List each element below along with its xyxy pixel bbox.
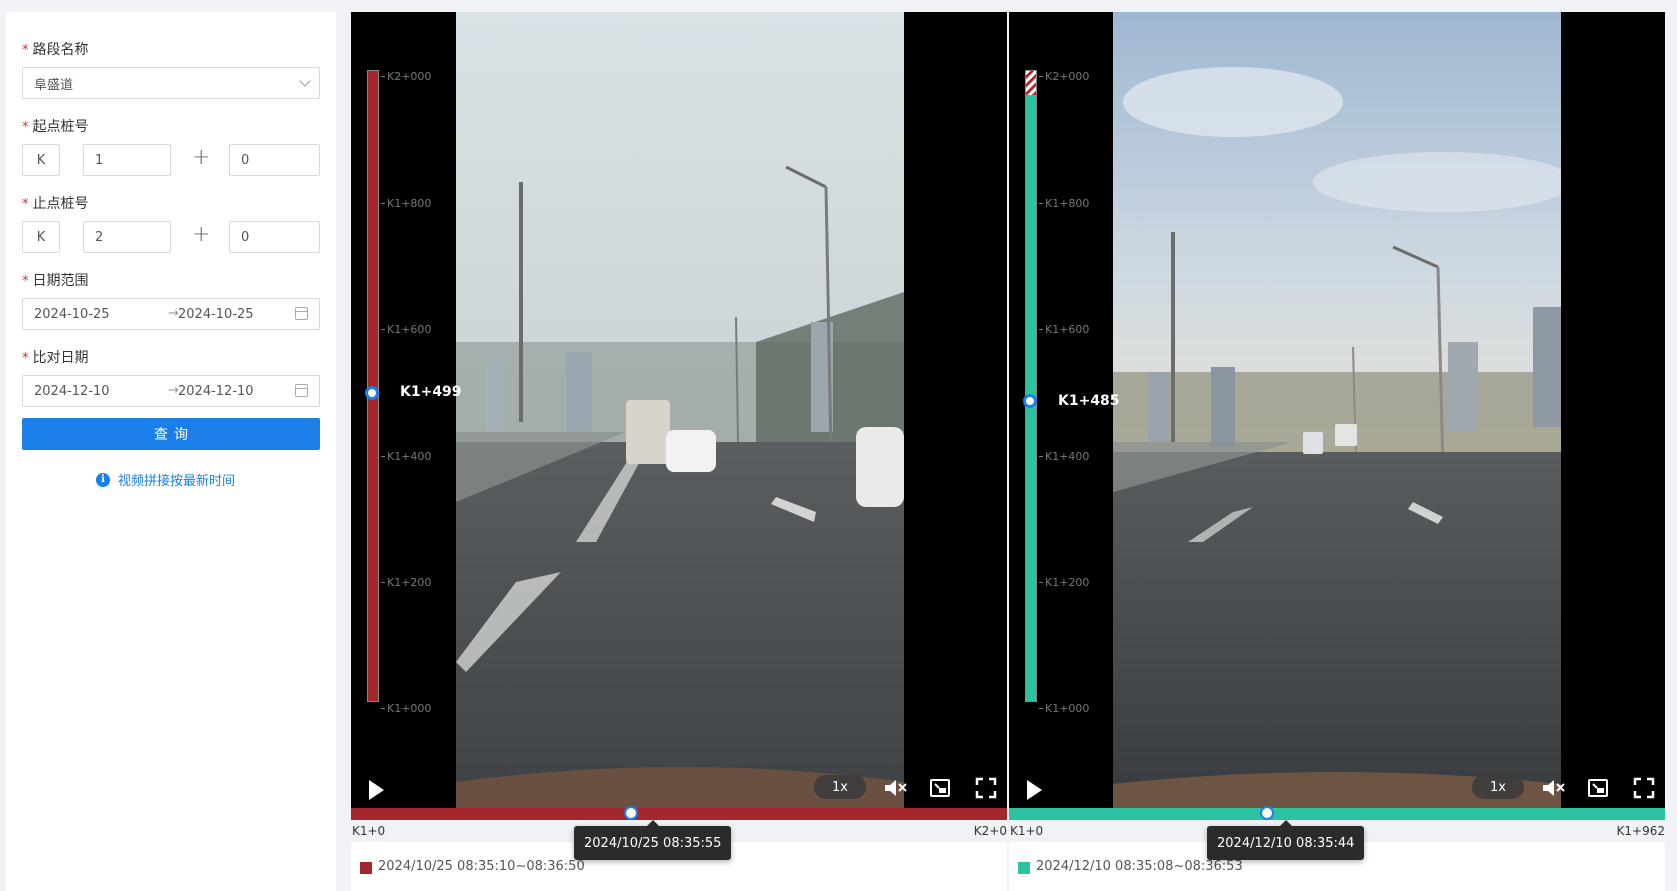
video-player[interactable]: K2+000 K1+800 K1+600 K1+400 K1+200 K1+00… xyxy=(1009,12,1665,808)
mute-icon[interactable] xyxy=(883,777,909,799)
calendar-icon xyxy=(295,384,308,397)
range-start-label: K1+0 xyxy=(1010,824,1044,838)
mileage-tick: K1+400 xyxy=(1039,450,1089,463)
video-controls: 1x xyxy=(351,774,1007,808)
video-progress-bar[interactable] xyxy=(1009,806,1665,820)
calendar-icon xyxy=(295,307,308,320)
date-range-picker[interactable]: 2024-10-25 → 2024-10-25 xyxy=(22,298,320,330)
date-range-label: * 日期范围 xyxy=(22,273,89,289)
road-name-value: 阜盛道 xyxy=(34,77,74,93)
road-name-select[interactable]: 阜盛道 xyxy=(22,67,320,99)
required-mark: * xyxy=(22,197,29,212)
plus-sign: + xyxy=(192,145,211,170)
legend-time-range: 2024/12/10 08:35:08~08:36:53 xyxy=(1036,859,1243,874)
start-stake-m-input[interactable]: 0 xyxy=(229,144,320,176)
required-mark: * xyxy=(22,120,29,135)
mileage-marker[interactable] xyxy=(1023,394,1037,408)
mileage-bar xyxy=(1025,70,1037,702)
mileage-tick: K2+000 xyxy=(1039,70,1089,83)
required-mark: * xyxy=(22,43,29,58)
start-stake-km-input[interactable]: 1 xyxy=(83,144,171,176)
legend-swatch xyxy=(1018,862,1030,874)
mileage-tick: K1+800 xyxy=(1039,197,1089,210)
mute-icon[interactable] xyxy=(1541,777,1567,799)
info-icon: i xyxy=(96,472,110,487)
required-mark: * xyxy=(22,351,29,366)
info-text: 视频拼接按最新时间 xyxy=(118,474,236,489)
end-stake-label: * 止点桩号 xyxy=(22,196,89,212)
legend-time-range: 2024/10/25 08:35:10~08:36:50 xyxy=(378,859,585,874)
playback-speed-button[interactable]: 1x xyxy=(1472,775,1524,799)
road-name-label: * 路段名称 xyxy=(22,42,89,58)
end-stake-km-input[interactable]: 2 xyxy=(83,221,171,253)
mileage-tick: K1+000 xyxy=(381,702,431,715)
legend-swatch xyxy=(360,862,372,874)
mileage-tick: K1+600 xyxy=(381,323,431,336)
chevron-down-icon xyxy=(299,75,311,87)
playback-speed-button[interactable]: 1x xyxy=(814,775,866,799)
mileage-tick: K1+400 xyxy=(381,450,431,463)
progress-thumb[interactable] xyxy=(624,806,639,820)
video-panel-baseline: K2+000 K1+800 K1+600 K1+400 K1+200 K1+00… xyxy=(351,12,1007,891)
picture-in-picture-icon[interactable] xyxy=(929,777,951,799)
end-stake-prefix: K xyxy=(22,221,60,253)
compare-date-label: * 比对日期 xyxy=(22,350,89,366)
compare-from[interactable]: 2024-12-10 xyxy=(34,384,110,399)
mileage-tick: K1+200 xyxy=(1039,576,1089,589)
range-end-label: K2+0 xyxy=(973,824,1007,838)
progress-thumb[interactable] xyxy=(1260,806,1275,820)
fullscreen-icon[interactable] xyxy=(975,777,997,799)
picture-in-picture-icon[interactable] xyxy=(1587,777,1609,799)
road-video-frame xyxy=(1113,12,1561,808)
range-start-label: K1+0 xyxy=(352,824,386,838)
mileage-tick: K1+600 xyxy=(1039,323,1089,336)
info-hint: i 视频拼接按最新时间 xyxy=(96,470,235,489)
start-stake-prefix: K xyxy=(22,144,60,176)
mileage-tick: K1+800 xyxy=(381,197,431,210)
mileage-tick: K1+200 xyxy=(381,576,431,589)
mileage-marker-label: K1+499 xyxy=(400,384,462,400)
compare-date-picker[interactable]: 2024-12-10 → 2024-12-10 xyxy=(22,375,320,407)
video-progress-bar[interactable] xyxy=(351,806,1007,820)
date-from[interactable]: 2024-10-25 xyxy=(34,307,110,322)
mileage-tick: K1+000 xyxy=(1039,702,1089,715)
start-stake-label: * 起点桩号 xyxy=(22,119,89,135)
play-icon[interactable] xyxy=(369,780,384,800)
mileage-marker[interactable] xyxy=(365,386,379,400)
time-tooltip: 2024/10/25 08:35:55 xyxy=(574,820,732,860)
road-video-frame xyxy=(456,12,904,808)
app-root: * 路段名称 阜盛道 * 起点桩号 K 1 + 0 * 止点桩号 K 2 + 0 * 日… xyxy=(0,0,1677,891)
mileage-gap-hatch xyxy=(1026,71,1036,95)
video-controls: 1x xyxy=(1009,774,1665,808)
time-tooltip: 2024/12/10 08:35:44 xyxy=(1207,820,1365,860)
compare-to[interactable]: 2024-12-10 xyxy=(178,384,254,399)
video-player[interactable]: K2+000 K1+800 K1+600 K1+400 K1+200 K1+00… xyxy=(351,12,1007,808)
range-end-label: K1+962 xyxy=(1616,824,1665,838)
video-panel-compare: K2+000 K1+800 K1+600 K1+400 K1+200 K1+00… xyxy=(1009,12,1665,891)
query-button[interactable]: 查询 xyxy=(22,418,320,450)
play-icon[interactable] xyxy=(1027,780,1042,800)
end-stake-m-input[interactable]: 0 xyxy=(229,221,320,253)
search-form-panel: * 路段名称 阜盛道 * 起点桩号 K 1 + 0 * 止点桩号 K 2 + 0 * 日… xyxy=(6,12,336,891)
required-mark: * xyxy=(22,274,29,289)
mileage-marker-label: K1+485 xyxy=(1058,393,1120,409)
date-to[interactable]: 2024-10-25 xyxy=(178,307,254,322)
mileage-tick: K2+000 xyxy=(381,70,431,83)
plus-sign: + xyxy=(192,222,211,247)
fullscreen-icon[interactable] xyxy=(1633,777,1655,799)
